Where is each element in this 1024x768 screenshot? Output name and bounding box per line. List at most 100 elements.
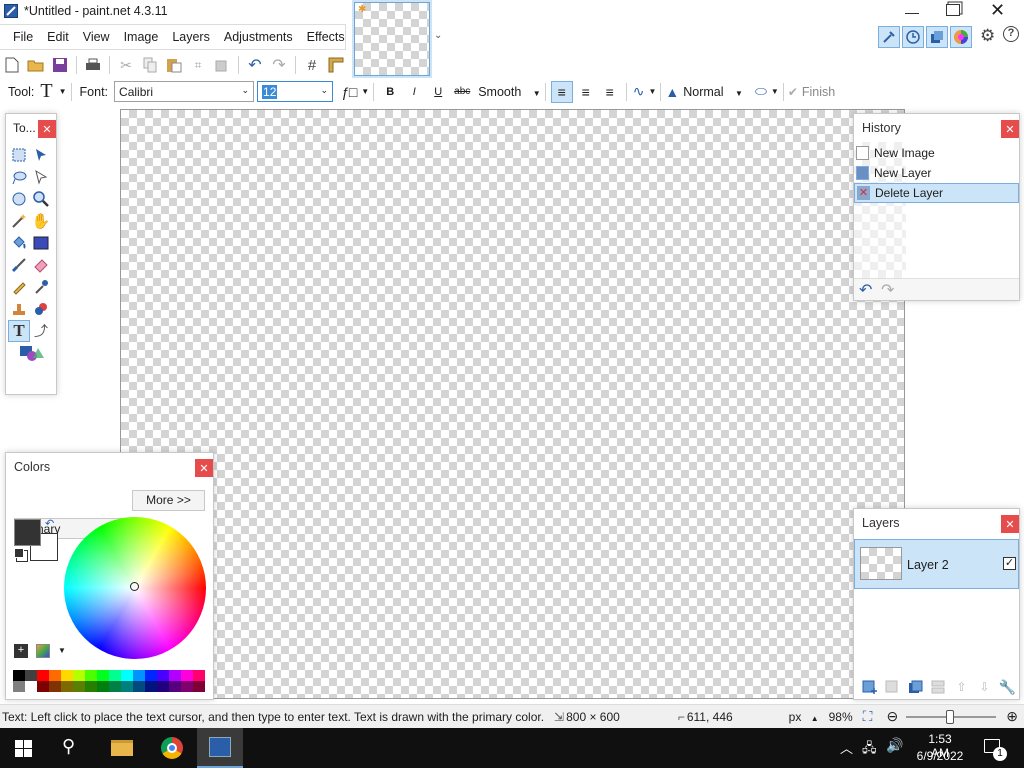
ruler-icon[interactable] — [325, 54, 347, 76]
zoom-value[interactable]: 98% — [829, 710, 853, 724]
color-wheel-cursor[interactable] — [130, 582, 139, 591]
menu-image[interactable]: Image — [117, 30, 166, 44]
primary-color-swatch[interactable] — [14, 519, 41, 546]
palette-swatch[interactable] — [181, 681, 193, 692]
strikethrough-button[interactable]: abc — [451, 81, 473, 103]
chevron-down-icon[interactable]: ▼ — [58, 646, 66, 655]
paintbrush-tool-icon[interactable] — [8, 254, 30, 276]
text-tool-icon[interactable]: T — [8, 320, 30, 342]
close-button[interactable]: ✕ — [990, 0, 1005, 21]
palette-swatch[interactable] — [97, 670, 109, 681]
menu-view[interactable]: View — [76, 30, 117, 44]
recolor-tool-icon[interactable] — [30, 298, 52, 320]
close-icon[interactable]: ✕ — [1001, 515, 1019, 533]
history-item[interactable]: New Image — [854, 143, 1019, 163]
font-family-select[interactable]: Calibri ⌄ — [114, 81, 255, 102]
font-smoothing-icon[interactable]: ƒ□ — [341, 84, 357, 100]
palette-swatch[interactable] — [25, 681, 37, 692]
palette-swatch[interactable] — [109, 670, 121, 681]
reset-colors-icon[interactable] — [14, 548, 24, 558]
palette-swatch[interactable] — [193, 670, 205, 681]
palette-swatch[interactable] — [49, 681, 61, 692]
gradient-tool-icon[interactable] — [30, 232, 52, 254]
palette-swatch[interactable] — [193, 681, 205, 692]
palette-swatch[interactable] — [73, 681, 85, 692]
open-folder-icon[interactable] — [25, 54, 47, 76]
font-size-select[interactable]: 12 ⌄ — [257, 81, 334, 102]
minimize-button[interactable]: — — [904, 4, 920, 20]
palette-swatch[interactable] — [49, 670, 61, 681]
close-icon[interactable]: ✕ — [38, 120, 56, 138]
settings-gear-icon[interactable]: ⚙ — [980, 26, 995, 46]
zoom-tool-icon[interactable] — [30, 188, 52, 210]
palette-swatch[interactable] — [73, 670, 85, 681]
zoom-slider-thumb[interactable] — [946, 709, 955, 724]
palette-swatch[interactable] — [121, 670, 133, 681]
copy-icon[interactable] — [139, 54, 161, 76]
palette-swatch[interactable] — [61, 681, 73, 692]
chevron-down-icon[interactable]: ▼ — [771, 87, 779, 96]
zoom-in-icon[interactable]: ⊕ — [1006, 708, 1018, 725]
palette-swatch[interactable] — [157, 670, 169, 681]
underline-button[interactable]: U — [427, 81, 449, 103]
paintnet-taskbar-icon[interactable] — [197, 728, 243, 768]
close-icon[interactable]: ✕ — [1001, 120, 1019, 138]
clone-stamp-tool-icon[interactable] — [8, 298, 30, 320]
paint-bucket-tool-icon[interactable] — [8, 232, 30, 254]
menu-file[interactable]: File — [6, 30, 40, 44]
finish-button[interactable]: Finish — [802, 85, 835, 99]
more-colors-button[interactable]: More >> — [132, 490, 205, 511]
windows-start-icon[interactable] — [15, 740, 32, 757]
palette-swatch[interactable] — [37, 670, 49, 681]
tools-window-toggle-icon[interactable] — [878, 26, 900, 48]
layer-visibility-checkbox[interactable]: ✓ — [1003, 557, 1016, 570]
align-right-button[interactable]: ≡ — [599, 81, 621, 103]
bold-button[interactable]: B — [379, 81, 401, 103]
menu-edit[interactable]: Edit — [40, 30, 76, 44]
move-layer-up-icon[interactable]: ⇧ — [951, 676, 972, 698]
palette-swatch[interactable] — [13, 670, 25, 681]
paste-icon[interactable] — [163, 54, 185, 76]
tool-dropdown-chevron-icon[interactable]: ▼ — [59, 87, 67, 96]
palette-swatch[interactable] — [37, 681, 49, 692]
redo-icon[interactable]: ↷ — [881, 280, 894, 300]
swap-colors-icon[interactable]: ↶ — [45, 517, 54, 530]
close-icon[interactable]: ✕ — [195, 459, 213, 477]
units-select[interactable]: px ▲ — [789, 710, 819, 724]
history-item-selected[interactable]: ✕ Delete Layer — [854, 183, 1019, 203]
palette-swatch[interactable] — [61, 670, 73, 681]
new-file-icon[interactable] — [1, 54, 23, 76]
undo-icon[interactable]: ↶ — [859, 280, 872, 300]
history-item[interactable]: New Layer — [854, 163, 1019, 183]
palette-swatch[interactable] — [109, 681, 121, 692]
move-selected-pixels-tool-icon[interactable] — [30, 144, 52, 166]
line-curve-tool-icon[interactable]: ⤴ — [30, 320, 52, 342]
lasso-select-tool-icon[interactable] — [8, 166, 30, 188]
palette-swatch[interactable] — [169, 670, 181, 681]
palette-swatch[interactable] — [133, 670, 145, 681]
volume-icon[interactable]: 🔊 — [886, 737, 903, 754]
text-tool-indicator-icon[interactable]: T — [40, 80, 52, 103]
print-icon[interactable] — [82, 54, 104, 76]
layer-properties-wrench-icon[interactable]: 🔧 — [997, 676, 1018, 698]
image-list-chevron-icon[interactable]: ⌄ — [434, 30, 442, 41]
menu-layers[interactable]: Layers — [165, 30, 217, 44]
file-explorer-icon[interactable] — [111, 740, 133, 756]
pan-hand-tool-icon[interactable]: ✋ — [30, 210, 52, 232]
eraser-tool-icon[interactable] — [30, 254, 52, 276]
palette-swatch[interactable] — [133, 681, 145, 692]
chrome-icon[interactable] — [161, 737, 183, 759]
palette-swatch[interactable] — [145, 670, 157, 681]
undo-icon[interactable]: ↶ — [244, 54, 266, 76]
blend-mode-select[interactable]: Normal ▼ — [683, 85, 743, 99]
antialias-select[interactable]: Smooth ▼ — [478, 85, 541, 99]
add-to-palette-icon[interactable]: + — [14, 644, 28, 658]
move-layer-down-icon[interactable]: ⇩ — [974, 676, 995, 698]
shapes-tool-icon[interactable] — [8, 342, 52, 364]
duplicate-layer-icon[interactable] — [905, 676, 926, 698]
search-icon[interactable]: ⚲ — [62, 736, 75, 757]
palette-swatch[interactable] — [157, 681, 169, 692]
palette-swatch[interactable] — [85, 670, 97, 681]
antialiasing-curve-icon[interactable]: ∿ — [633, 83, 645, 100]
chevron-down-icon[interactable]: ▼ — [361, 87, 369, 96]
